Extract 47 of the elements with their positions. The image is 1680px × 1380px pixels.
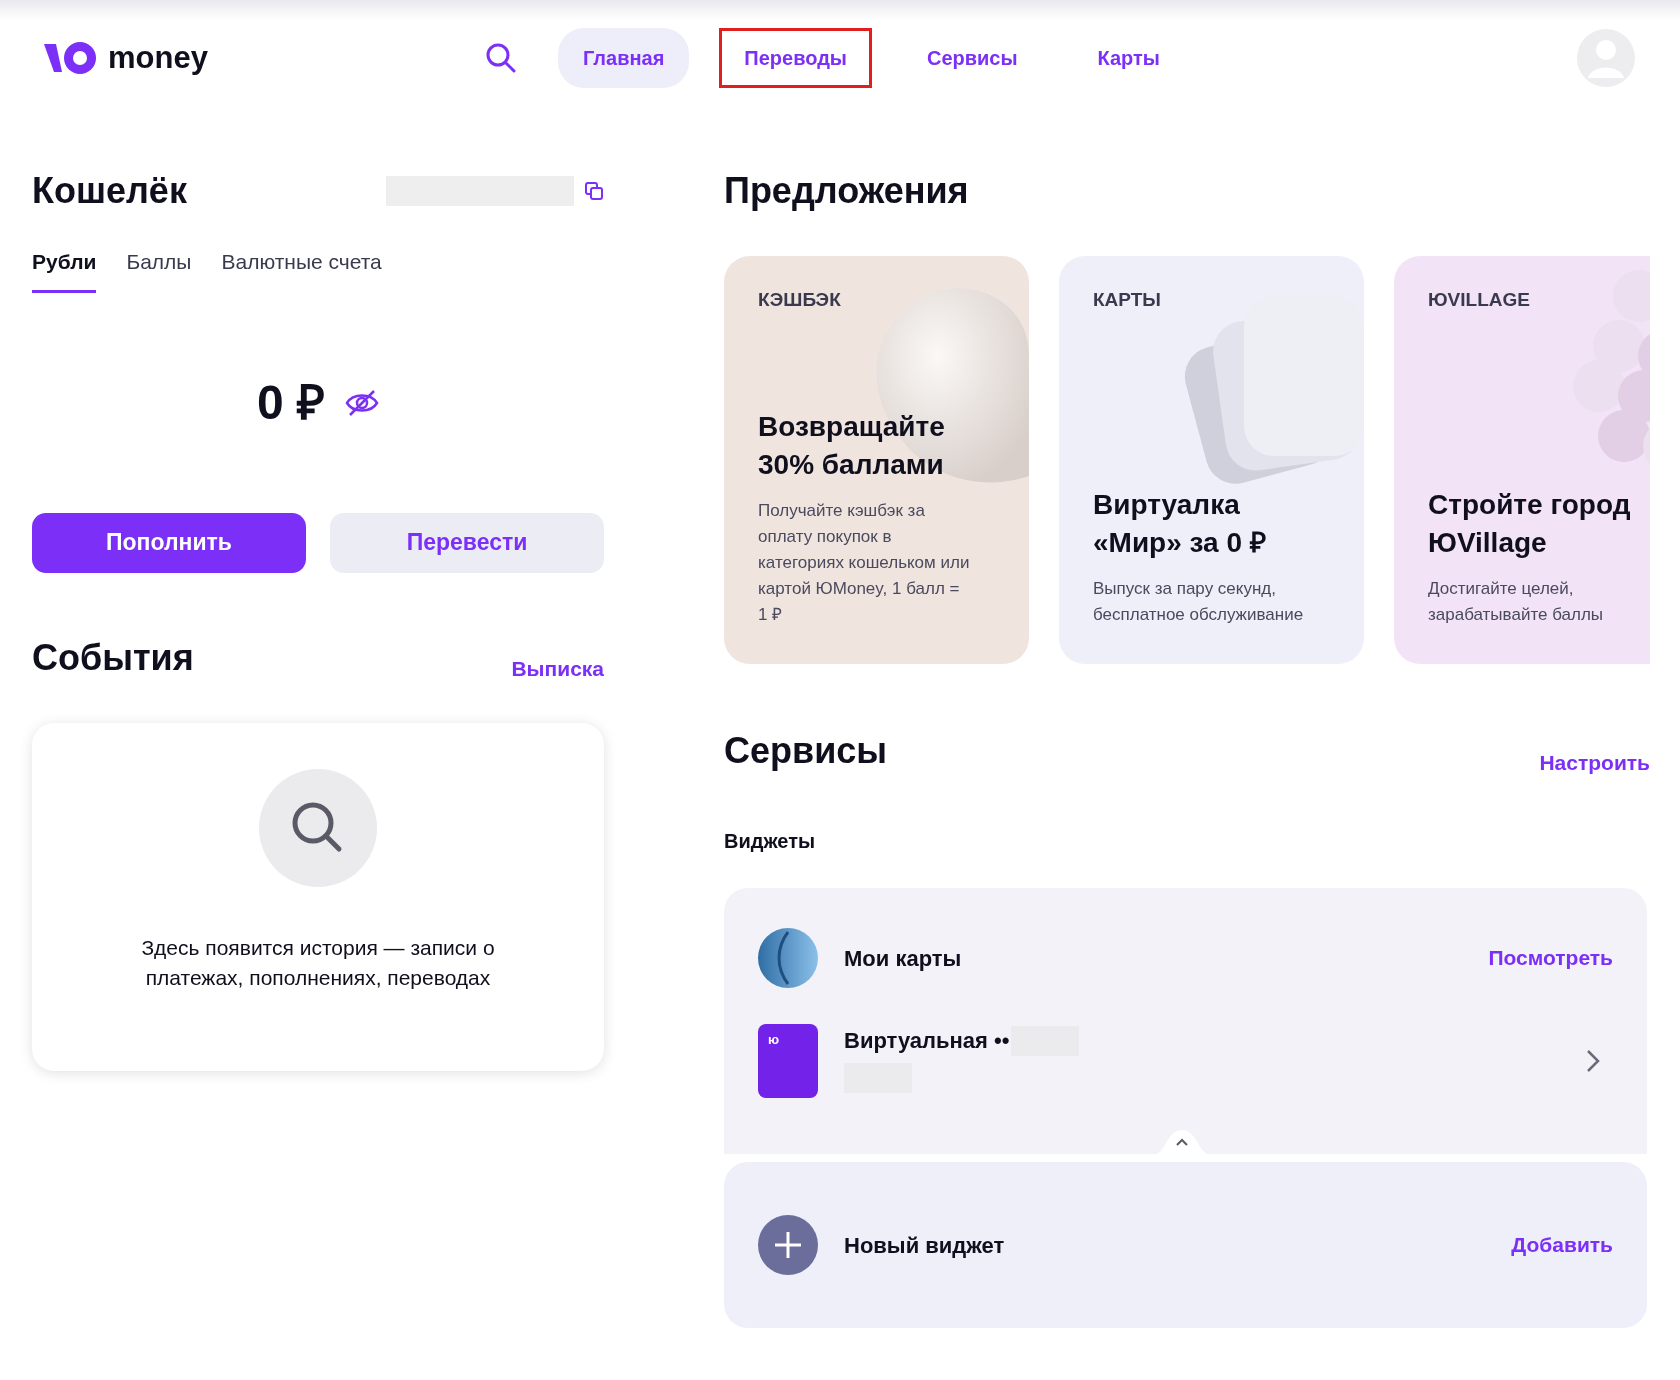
nav-link[interactable]: Переводы bbox=[719, 28, 872, 88]
offers-title: Предложения bbox=[724, 169, 970, 213]
logo-icon bbox=[44, 40, 98, 76]
offer-title: Возвращайте 30% баллами bbox=[758, 410, 946, 482]
balance-amount: 0 ₽ bbox=[257, 374, 325, 431]
statement-link[interactable]: Выписка bbox=[511, 653, 604, 685]
offer-text: Выпуск за пару секунд, бесплатное обслуживание bbox=[1093, 578, 1305, 626]
view-link[interactable]: Посмотреть bbox=[1488, 942, 1613, 974]
card-logo: ю bbox=[768, 1031, 780, 1049]
plus-icon[interactable] bbox=[758, 1215, 818, 1275]
offer-text: Достигайте целей, зарабатывайте баллы bbox=[1428, 578, 1604, 626]
cards-icon bbox=[758, 928, 818, 988]
nav-link[interactable]: Сервисы bbox=[901, 28, 1043, 88]
offer-tag: КЭШБЭК bbox=[758, 286, 995, 315]
offer-card[interactable]: КАРТЫ Виртуалка «Мир» за 0 ₽ Выпуск за пару секунд, бесплатное обслуживание bbox=[1059, 256, 1364, 664]
offer-text: Получайте кэшбэк за оплату покупок в категориях кошельком или картой ЮMoney, 1 балл = 1 ₽ bbox=[758, 500, 971, 626]
empty-history-text: Здесь появится история — записи о платежах, пополнениях, переводах bbox=[140, 934, 496, 991]
offer-title: Стройте город ЮVillage bbox=[1428, 488, 1632, 560]
chevron-right-icon[interactable] bbox=[1585, 1048, 1601, 1074]
configure-link[interactable]: Настроить bbox=[1539, 746, 1650, 778]
offer-tag: ЮVILLAGE bbox=[1428, 286, 1650, 315]
widget-title: Новый виджет bbox=[844, 1231, 1005, 1260]
top-up-button[interactable]: Пополнить bbox=[32, 512, 306, 573]
offer-card[interactable]: ЮVILLAGE Стройте город ЮVillage Достигайте целей, зарабатывайте баллы bbox=[1394, 256, 1650, 664]
offer-card[interactable]: КЭШБЭК Возвращайте 30% баллами Получайте кэшбэк за оплату покупок в категориях кошельком или картой ЮMoney, 1 балл = 1 ₽ bbox=[724, 256, 1029, 664]
card-name: Виртуальная •• bbox=[844, 1027, 1010, 1055]
transfer-button[interactable]: Перевести bbox=[330, 512, 604, 573]
logo-text: money bbox=[108, 38, 208, 77]
search-icon bbox=[259, 768, 377, 887]
search-icon[interactable] bbox=[484, 41, 518, 75]
wallet-tab[interactable]: Валютные счета bbox=[221, 246, 382, 293]
events-title: События bbox=[32, 635, 194, 680]
nav-link[interactable]: Карты bbox=[1072, 28, 1185, 88]
offer-title: Виртуалка «Мир» за 0 ₽ bbox=[1093, 488, 1267, 560]
copy-icon[interactable] bbox=[584, 181, 604, 201]
wallet-tab[interactable]: Баллы bbox=[126, 246, 192, 293]
wallet-tab[interactable]: Рубли bbox=[32, 246, 97, 293]
widget-title: Мои карты bbox=[844, 944, 962, 973]
eye-off-icon[interactable] bbox=[345, 387, 379, 418]
card-row[interactable]: ю Виртуальная •• bbox=[758, 1024, 1613, 1098]
collapse-tab-icon[interactable] bbox=[1155, 1130, 1209, 1154]
widgets-subtitle: Виджеты bbox=[724, 829, 817, 854]
wallet-title: Кошелёк bbox=[32, 169, 188, 213]
add-link[interactable]: Добавить bbox=[1511, 1229, 1613, 1261]
services-title: Сервисы bbox=[724, 729, 888, 773]
nav-link[interactable]: Главная bbox=[558, 28, 690, 88]
offer-tag: КАРТЫ bbox=[1093, 286, 1330, 315]
